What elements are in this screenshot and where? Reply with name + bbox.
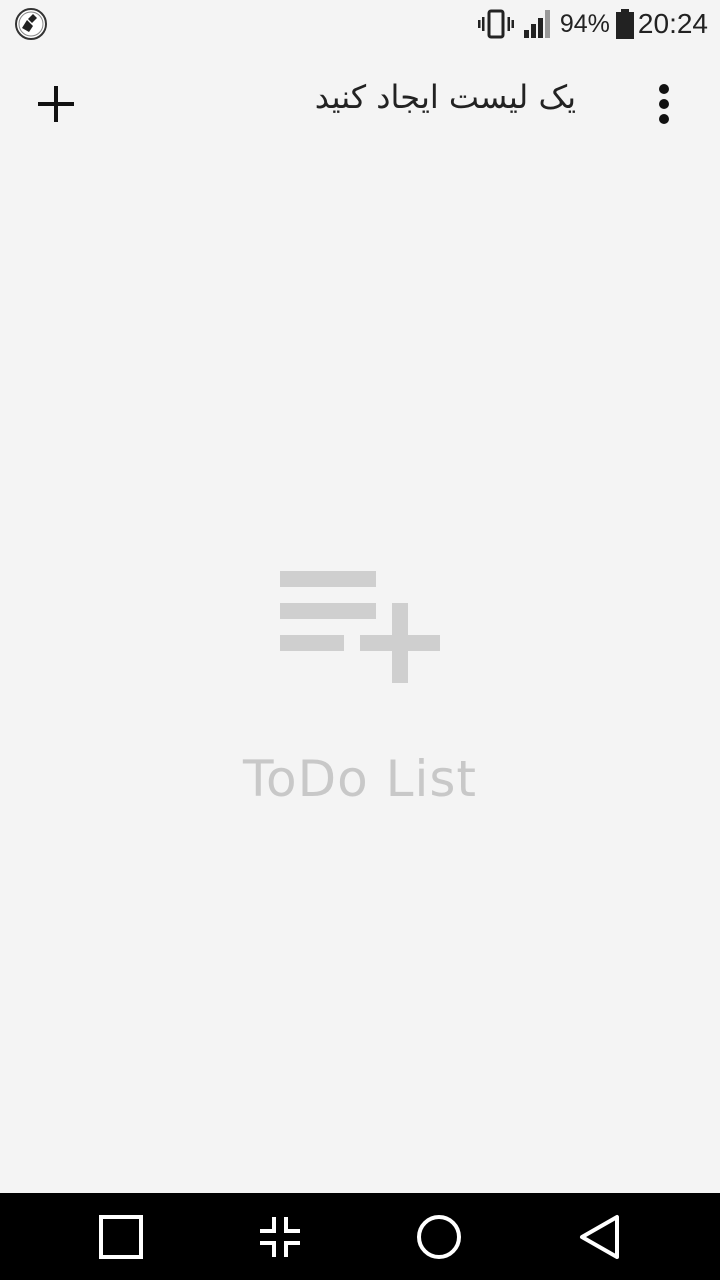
status-indicators: 94% 20:24: [477, 0, 708, 48]
toolbar: یک لیست ایجاد کنید: [0, 56, 720, 152]
collapse-button[interactable]: [254, 1211, 306, 1263]
empty-state-label: ToDo List: [242, 750, 478, 808]
cleaner-broom-icon: [15, 8, 47, 40]
status-bar: 94% 20:24: [0, 0, 720, 48]
back-button[interactable]: [573, 1211, 625, 1263]
empty-state: ToDo List: [0, 560, 720, 808]
page-title: یک لیست ایجاد کنید: [314, 78, 576, 116]
circle-icon: [417, 1215, 461, 1259]
triangle-back-icon: [580, 1215, 619, 1259]
playlist-add-icon: [280, 571, 440, 683]
vibrate-icon: [477, 9, 514, 39]
add-list-button[interactable]: [24, 72, 88, 136]
system-nav-bar: [0, 1193, 720, 1280]
recents-button[interactable]: [95, 1211, 147, 1263]
battery-percent: 94%: [559, 9, 610, 38]
collapse-icon: [260, 1217, 300, 1257]
status-clock: 20:24: [637, 8, 708, 39]
cell-signal-icon: [523, 10, 550, 38]
screen: 94% 20:24 یک لیست ایجاد کنید ToDo List: [0, 0, 720, 1280]
square-icon: [99, 1215, 143, 1259]
home-button[interactable]: [413, 1211, 465, 1263]
plus-icon: [38, 86, 74, 122]
battery-icon: [615, 9, 634, 39]
overflow-menu-button[interactable]: [632, 72, 696, 136]
more-vertical-icon: [659, 84, 669, 124]
